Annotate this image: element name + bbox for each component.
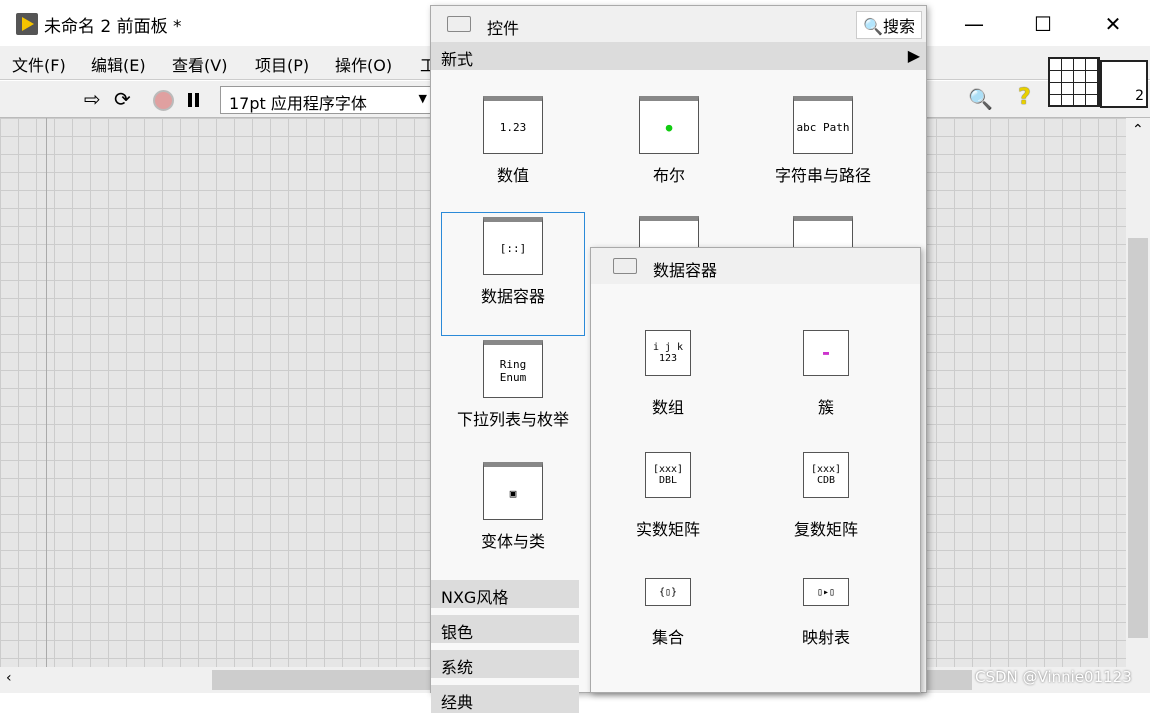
item-label: 字符串与路径 — [774, 166, 871, 185]
run-continuously-icon[interactable]: ⟳ — [114, 87, 131, 111]
scroll-up-icon[interactable]: ⌃ — [1132, 122, 1144, 138]
submenu-header: 数据容器 — [591, 248, 920, 284]
category-modern[interactable]: 新式 ▶ — [431, 42, 926, 70]
submenu-item-array[interactable]: i j k 123 数组 — [593, 330, 743, 418]
complex-matrix-icon: [xxx] CDB — [803, 452, 849, 498]
pin-icon[interactable] — [613, 258, 637, 274]
search-icon[interactable]: 🔍 — [968, 87, 993, 111]
item-label: 下拉列表与枚举 — [456, 410, 569, 429]
menu-operate[interactable]: 操作(O) — [335, 52, 392, 76]
item-label: 布尔 — [652, 166, 685, 185]
submenu-item-set[interactable]: {▯} 集合 — [593, 578, 743, 648]
item-label: 映射表 — [801, 628, 850, 647]
set-icon: {▯} — [645, 578, 691, 606]
numeric-icon: 1.23 — [483, 96, 543, 154]
font-select[interactable]: 17pt 应用程序字体 ▼ — [220, 86, 432, 114]
palette-item-numeric[interactable]: 1.23 数值 — [441, 96, 585, 186]
vertical-scrollbar[interactable]: ⌃ — [1126, 118, 1150, 667]
string-path-icon: abc Path — [793, 96, 853, 154]
search-icon: 🔍 — [863, 17, 883, 36]
item-label: 集合 — [651, 628, 684, 647]
palette-title: 控件 — [487, 19, 520, 38]
array-icon: i j k 123 — [645, 330, 691, 376]
map-icon: ▯▸▯ — [803, 578, 849, 606]
palette-item-string-path[interactable]: abc Path 字符串与路径 — [751, 96, 895, 186]
palette-header: 控件 🔍搜索 — [431, 6, 926, 42]
search-label: 搜索 — [882, 17, 915, 36]
help-icon[interactable]: ? — [1018, 85, 1031, 110]
data-containers-palette: 数据容器 i j k 123 数组 ▬ 簇 [xxx] DBL 实数矩阵 [xxx] … — [590, 247, 921, 693]
data-containers-icon: [::] — [483, 217, 543, 275]
real-matrix-icon: [xxx] DBL — [645, 452, 691, 498]
subcategory-silver[interactable]: 银色 — [431, 615, 579, 643]
menu-file[interactable]: 文件(F) — [12, 52, 66, 76]
window-title: 未命名 2 前面板 * — [44, 17, 182, 37]
menu-project[interactable]: 项目(P) — [255, 52, 309, 76]
item-label: 数值 — [496, 166, 529, 185]
font-select-value: 17pt 应用程序字体 — [229, 94, 367, 113]
search-button[interactable]: 🔍搜索 — [856, 11, 922, 39]
close-button[interactable]: ✕ — [1090, 8, 1136, 40]
item-label: 变体与类 — [480, 532, 545, 551]
submenu-item-complex-matrix[interactable]: [xxx] CDB 复数矩阵 — [751, 452, 901, 540]
ring-enum-icon: Ring Enum — [483, 340, 543, 398]
menu-view[interactable]: 查看(V) — [172, 52, 227, 76]
abort-icon[interactable] — [153, 90, 174, 111]
connector-pane-icon[interactable] — [1048, 57, 1100, 107]
minimize-button[interactable]: — — [951, 8, 997, 40]
maximize-button[interactable]: ☐ — [1020, 8, 1066, 40]
submenu-item-cluster[interactable]: ▬ 簇 — [751, 330, 901, 418]
watermark: CSDN @Vinnie01123 — [975, 668, 1132, 686]
boolean-icon: ● — [639, 96, 699, 154]
category-label: 新式 — [441, 50, 474, 69]
vi-icon[interactable]: 2 — [1100, 60, 1148, 108]
item-label: 簇 — [817, 398, 834, 417]
chevron-down-icon: ▼ — [418, 92, 427, 105]
palette-item-variant-class[interactable]: ▣ 变体与类 — [441, 462, 585, 552]
run-arrow-icon[interactable]: ⇨ — [84, 87, 101, 111]
variant-class-icon: ▣ — [483, 462, 543, 520]
subcategory-nxg[interactable]: NXG风格 — [431, 580, 579, 608]
subcategory-system[interactable]: 系统 — [431, 650, 579, 678]
cluster-icon: ▬ — [803, 330, 849, 376]
palette-item-ring-enum[interactable]: Ring Enum 下拉列表与枚举 — [441, 340, 585, 430]
item-label: 数组 — [651, 398, 684, 417]
subcategory-classic[interactable]: 经典 — [431, 685, 579, 713]
pause-icon[interactable] — [188, 93, 192, 107]
labview-logo-icon — [16, 13, 38, 35]
palette-item-data-containers[interactable]: [::]数据容器 — [441, 212, 585, 336]
ruler-line — [46, 118, 47, 667]
scroll-left-icon[interactable]: ‹ — [6, 670, 12, 686]
chevron-right-icon: ▶ — [907, 46, 920, 65]
item-label: 实数矩阵 — [635, 520, 700, 539]
pin-icon[interactable] — [447, 16, 471, 32]
submenu-title: 数据容器 — [653, 261, 718, 280]
palette-item-boolean[interactable]: ● 布尔 — [597, 96, 741, 186]
menu-edit[interactable]: 编辑(E) — [91, 52, 146, 76]
submenu-item-map[interactable]: ▯▸▯ 映射表 — [751, 578, 901, 648]
submenu-item-real-matrix[interactable]: [xxx] DBL 实数矩阵 — [593, 452, 743, 540]
item-label: 数据容器 — [480, 287, 545, 306]
item-label: 复数矩阵 — [793, 520, 858, 539]
scroll-thumb[interactable] — [1128, 238, 1148, 638]
